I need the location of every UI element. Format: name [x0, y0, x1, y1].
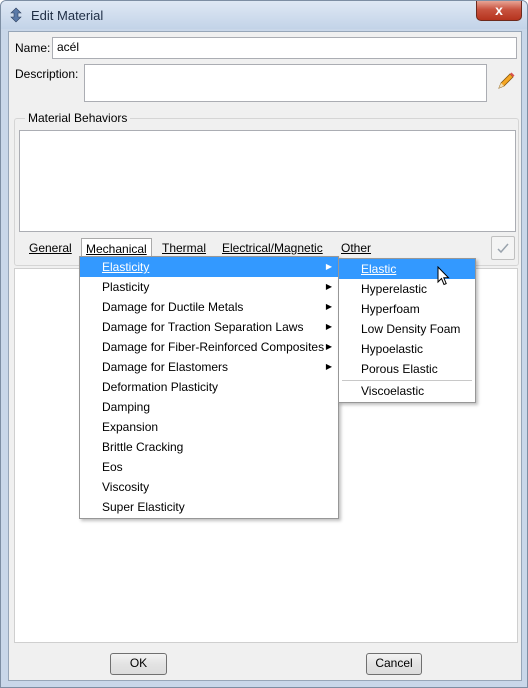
menu-item-elasticity[interactable]: Elasticity ▶ — [80, 257, 338, 277]
menu-item-label: Expansion — [102, 420, 159, 434]
menu-item-label: Hyperelastic — [361, 282, 428, 296]
window-title: Edit Material — [31, 8, 104, 23]
menu-item-label: Elastic — [361, 262, 397, 276]
submenu-arrow-icon: ▶ — [325, 282, 332, 291]
menu-item-plasticity[interactable]: Plasticity ▶ — [80, 277, 338, 297]
submenu-arrow-icon: ▶ — [325, 262, 332, 271]
edit-pencil-icon[interactable] — [495, 70, 517, 92]
menu-item-label: Eos — [102, 460, 123, 474]
name-label: Name: — [15, 41, 51, 55]
close-button[interactable]: x — [476, 1, 522, 21]
menu-item-hyperelastic[interactable]: Hyperelastic — [339, 279, 475, 299]
description-input[interactable] — [84, 64, 487, 102]
submenu-arrow-icon: ▶ — [325, 322, 332, 331]
cancel-button[interactable]: Cancel — [366, 653, 422, 675]
favorite-button[interactable] — [491, 236, 515, 260]
menu-item-label: Super Elasticity — [102, 500, 185, 514]
menu-item-brittle-cracking[interactable]: Brittle Cracking — [80, 437, 338, 457]
material-behaviors-title: Material Behaviors — [25, 111, 131, 125]
menu-mechanical-label: Mechanical — [86, 242, 147, 256]
menu-item-label: Plasticity — [102, 280, 150, 294]
menu-item-label: Viscosity — [102, 480, 150, 494]
menu-thermal[interactable]: Thermal — [158, 238, 210, 258]
submenu-arrow-icon: ▶ — [325, 302, 332, 311]
menu-general-label: General — [29, 241, 72, 255]
menu-general[interactable]: General — [25, 238, 76, 258]
submenu-arrow-icon: ▶ — [325, 362, 332, 371]
name-value: acél — [57, 40, 80, 54]
name-input[interactable]: acél — [52, 37, 517, 59]
menu-item-label: Damage for Elastomers — [102, 360, 229, 374]
menu-other-label: Other — [341, 241, 372, 255]
menu-item-eos[interactable]: Eos — [80, 457, 338, 477]
menu-item-viscoelastic[interactable]: Viscoelastic — [339, 381, 475, 401]
title-bar[interactable]: Edit Material x — [1, 1, 527, 29]
menu-item-label: Damage for Ductile Metals — [102, 300, 244, 314]
menu-item-deformation-plasticity[interactable]: Deformation Plasticity — [80, 377, 338, 397]
menu-item-label: Damage for Fiber-Reinforced Composites — [102, 340, 325, 354]
menu-item-expansion[interactable]: Expansion — [80, 417, 338, 437]
close-icon: x — [495, 2, 503, 18]
menu-item-hyperfoam[interactable]: Hyperfoam — [339, 299, 475, 319]
description-label: Description: — [15, 67, 79, 81]
menu-other[interactable]: Other — [337, 238, 375, 258]
check-icon — [497, 243, 509, 254]
menu-item-label: Damage for Traction Separation Laws — [102, 320, 304, 334]
menu-item-low-density-foam[interactable]: Low Density Foam — [339, 319, 475, 339]
menu-item-damage-traction-separation[interactable]: Damage for Traction Separation Laws ▶ — [80, 317, 338, 337]
menu-item-label: Damping — [102, 400, 151, 414]
menu-item-label: Low Density Foam — [361, 322, 461, 336]
ok-button[interactable]: OK — [110, 653, 167, 675]
material-behaviors-list[interactable] — [19, 130, 516, 232]
menu-item-elastic[interactable]: Elastic — [339, 259, 475, 279]
menu-electrical-magnetic-label: Electrical/Magnetic — [222, 241, 323, 255]
menu-item-damage-ductile-metals[interactable]: Damage for Ductile Metals ▶ — [80, 297, 338, 317]
menu-item-label: Hyperfoam — [361, 302, 420, 316]
submenu-arrow-icon: ▶ — [325, 342, 332, 351]
menu-item-damage-fiber-composites[interactable]: Damage for Fiber-Reinforced Composites ▶ — [80, 337, 338, 357]
menu-electrical-magnetic[interactable]: Electrical/Magnetic — [218, 238, 327, 258]
mouse-cursor-icon — [437, 266, 450, 286]
menu-item-super-elasticity[interactable]: Super Elasticity — [80, 497, 338, 517]
app-icon — [10, 7, 22, 23]
menu-item-label: Brittle Cracking — [102, 440, 184, 454]
menu-item-damage-elastomers[interactable]: Damage for Elastomers ▶ — [80, 357, 338, 377]
menu-item-label: Viscoelastic — [361, 384, 425, 398]
menu-item-damping[interactable]: Damping — [80, 397, 338, 417]
menu-thermal-label: Thermal — [162, 241, 207, 255]
menu-item-label: Hypoelastic — [361, 342, 424, 356]
menu-item-porous-elastic[interactable]: Porous Elastic — [339, 359, 475, 379]
menu-item-hypoelastic[interactable]: Hypoelastic — [339, 339, 475, 359]
mechanical-menu: Elasticity ▶ Plasticity ▶ Damage for Duc… — [79, 256, 339, 519]
menu-item-label: Deformation Plasticity — [102, 380, 219, 394]
menu-item-label: Porous Elastic — [361, 362, 438, 376]
menu-item-viscosity[interactable]: Viscosity — [80, 477, 338, 497]
elasticity-submenu: Elastic Hyperelastic Hyperfoam Low Densi… — [338, 258, 476, 403]
edit-material-dialog: Edit Material x Name: acél Description: … — [0, 0, 528, 688]
menu-item-label: Elasticity — [102, 260, 150, 274]
